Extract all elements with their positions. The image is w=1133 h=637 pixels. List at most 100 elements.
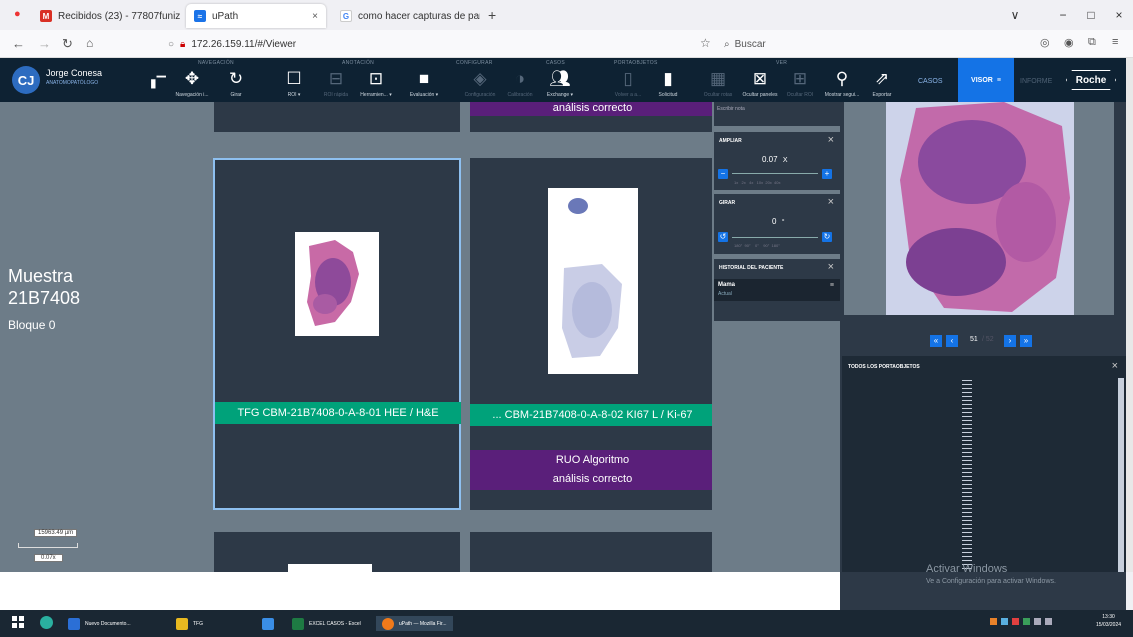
next-page-button[interactable]: › (1004, 335, 1016, 347)
tray-icon[interactable] (1001, 618, 1008, 625)
configuracion-button[interactable]: ◈ Configuración (460, 70, 500, 100)
search-icon: ⌕ (724, 38, 730, 50)
list-tabs-icon[interactable]: ∨ (1001, 8, 1029, 22)
clock[interactable]: 13:30 15/03/2024 (1096, 614, 1121, 628)
reload-icon[interactable]: ↻ (62, 36, 73, 52)
account-icon[interactable]: ◉ (1064, 36, 1074, 49)
zoom-in-button[interactable]: + (822, 169, 832, 179)
nav-casos[interactable]: CASOS (918, 78, 943, 85)
slide-card-bottom-right[interactable] (470, 532, 712, 572)
all-slides-panel: TODOS LOS PORTAOBJETOS × (842, 356, 1126, 572)
slide-strip[interactable] (962, 380, 972, 572)
tab-google[interactable]: G como hacer capturas de pantall × (332, 4, 480, 28)
browser-menu-icon[interactable]: ● (14, 8, 21, 20)
girar-button[interactable]: ↻ Girar (216, 70, 256, 100)
panels-icon: ⊠ (752, 69, 768, 88)
bookmark-star-icon[interactable]: ☆ (700, 36, 711, 50)
maximize-button[interactable]: □ (1077, 8, 1105, 22)
taskbar-folder[interactable]: TFG (176, 616, 203, 631)
app-icon (262, 617, 274, 630)
tray-icon[interactable] (1012, 618, 1019, 625)
browser-tab-bar: ● M Recibidos (23) - 77807funiza@ × ≈ uP… (0, 0, 1133, 30)
last-page-button[interactable]: » (1020, 335, 1032, 347)
evaluacion-button[interactable]: ■ Evaluación ▾ (404, 70, 444, 100)
close-icon[interactable]: × (828, 261, 834, 273)
note-field[interactable]: Escribir nota (714, 102, 840, 126)
ocultar-roi-button[interactable]: ⊞ Ocultar ROI (780, 70, 820, 100)
new-tab-button[interactable]: + (488, 7, 496, 23)
slide-strip-scroll[interactable] (1118, 378, 1124, 572)
minimize-button[interactable]: − (1049, 8, 1077, 22)
navegacion-button[interactable]: ✥ Navegación i... (172, 70, 212, 100)
mostrar-seguimiento-button[interactable]: ⚲ Mostrar segui... (822, 70, 862, 100)
group-anotacion: ANOTACIÓN (342, 60, 375, 66)
taskbar-firefox[interactable]: uPath — Mozilla Fir... (376, 616, 453, 631)
volume-icon[interactable] (1045, 618, 1052, 625)
pocket-icon[interactable]: ◎ (1040, 36, 1050, 49)
tab-gmail[interactable]: M Recibidos (23) - 77807funiza@ × (32, 4, 180, 28)
extensions-icon[interactable]: ⧉ (1088, 36, 1096, 49)
close-window-button[interactable]: × (1105, 8, 1133, 22)
tab-upath[interactable]: ≈ uPath × (186, 4, 326, 28)
home-icon[interactable]: ⌂ (86, 36, 93, 50)
roi-rapida-button[interactable]: ⊟ ROI rápida (316, 70, 356, 100)
prev-page-button[interactable]: ‹ (946, 335, 958, 347)
close-icon[interactable]: × (828, 134, 834, 146)
slide-thumbnail[interactable] (288, 564, 372, 572)
volver-button[interactable]: ▯ Volver a a... (608, 70, 648, 100)
slide-grid: análisis correcto TFG CBM-21B7408-0-A-8-… (206, 102, 712, 572)
zoom-value[interactable]: 0.07 X (762, 155, 787, 164)
close-tab-icon[interactable]: × (306, 11, 318, 22)
page-total: / 52 (982, 336, 994, 343)
tray-icon[interactable] (990, 618, 997, 625)
roi-button[interactable]: ☐ ROI ▾ (274, 70, 314, 100)
avatar[interactable]: CJ (12, 66, 40, 94)
slide-preview[interactable] (844, 102, 1114, 315)
wifi-icon[interactable] (1034, 618, 1041, 625)
forward-icon[interactable]: → (38, 36, 51, 51)
preview-frame (886, 102, 1074, 315)
rotate-left-button[interactable]: ↺ (718, 232, 728, 242)
menu-icon[interactable]: ≡ (830, 282, 834, 289)
slide-card-top-left[interactable] (214, 102, 460, 132)
close-icon[interactable]: × (828, 196, 834, 208)
back-icon[interactable]: ← (12, 36, 25, 51)
slide-thumbnail[interactable] (295, 232, 379, 336)
exchange-button[interactable]: 👥︎ Exchange ▾ (540, 70, 580, 100)
solicitud-button[interactable]: ▮ Solicitud (648, 70, 688, 100)
nav-visor[interactable]: VISOR ≡ (958, 58, 1014, 102)
slide-card-hee[interactable]: TFG CBM-21B7408-0-A-8-01 HEE / H&E (213, 158, 461, 510)
url-bar[interactable]: ○ 🔒︎ 172.26.159.11/#/Viewer (168, 34, 708, 54)
windows-start-icon[interactable] (12, 616, 24, 628)
rotation-slider[interactable] (732, 237, 818, 238)
close-icon[interactable]: × (1112, 360, 1118, 372)
page-scrollbar[interactable] (1126, 58, 1133, 572)
tray-icon[interactable] (1023, 618, 1030, 625)
group-portaobjetos: PORTAOBJETOS (614, 60, 658, 66)
group-navegacion: NAVEGACIÓN (198, 60, 234, 66)
zoom-out-button[interactable]: − (718, 169, 728, 179)
hide-roi-icon: ⊞ (792, 69, 808, 88)
first-page-button[interactable]: « (930, 335, 942, 347)
ocultar-rotas-button[interactable]: ▦ Ocultar rotas (698, 70, 738, 100)
taskbar-word[interactable]: Nuevo Documento... (68, 616, 131, 631)
pin-icon[interactable]: ▮▔ (150, 76, 166, 90)
zoom-slider[interactable] (732, 173, 818, 174)
ocultar-paneles-button[interactable]: ⊠ Ocultar paneles (740, 70, 780, 100)
search-bar[interactable]: ⌕ Buscar (724, 34, 1024, 54)
exportar-button[interactable]: ⇗ Exportar (862, 70, 902, 100)
slide-card-top-right[interactable]: análisis correcto (470, 102, 712, 132)
herramientas-button[interactable]: ⊡ Herramien... ▾ (356, 70, 396, 100)
slide-thumbnail[interactable] (548, 188, 638, 374)
edge-icon[interactable] (40, 616, 53, 629)
slide-card-ki67[interactable]: ... CBM-21B7408-0-A-8-02 KI67 L / Ki-67 … (470, 158, 712, 510)
rotation-value[interactable]: 0 ° (772, 217, 785, 226)
history-item[interactable]: Mama Actual ≡ (714, 279, 840, 301)
menu-icon[interactable]: ≡ (1112, 36, 1118, 48)
slide-card-bottom-left[interactable] (214, 532, 460, 572)
taskbar-app[interactable] (262, 616, 279, 631)
rotate-right-button[interactable]: ↻ (822, 232, 832, 242)
calibracion-button[interactable]: ◑ Calibración (500, 70, 540, 100)
taskbar-excel[interactable]: EXCEL CASOS - Excel (292, 616, 361, 631)
nav-informe[interactable]: INFORME (1020, 78, 1052, 85)
